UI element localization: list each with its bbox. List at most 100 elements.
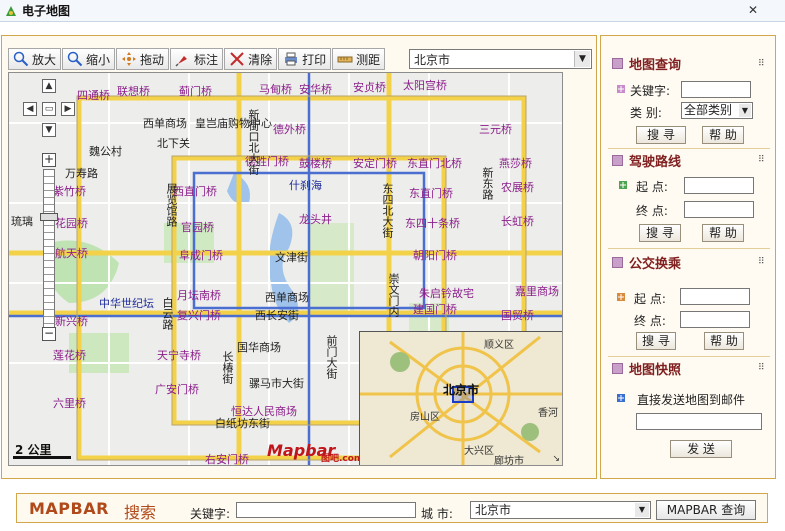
print-button[interactable]: 打印 [278, 48, 332, 70]
plus-icon [617, 394, 625, 402]
overview-label: 廊坊市 [494, 456, 524, 466]
map-label: 魏公村 [89, 145, 122, 158]
zoom-slider-handle[interactable] [40, 213, 58, 221]
clear-button[interactable]: 清除 [224, 48, 278, 70]
pin-button[interactable]: 标注 [170, 48, 224, 70]
category-select-value: 全部类别 [684, 103, 733, 117]
overview-center-label: 北京市 [443, 383, 480, 397]
snapshot-heading: 地图快照 [612, 360, 681, 378]
map-label: 白云路 [161, 297, 174, 330]
driving-end-input[interactable] [684, 201, 754, 218]
mapbar-logo-suffix: 图吧.com [321, 454, 364, 464]
map-label: 新兴桥 [55, 315, 88, 328]
map-label: 万寿路 [65, 167, 98, 180]
app-icon [6, 5, 16, 16]
map-label: 文津街 [275, 251, 308, 264]
transit-start-input[interactable] [680, 288, 750, 305]
map-query-title: 地图查询 [629, 57, 682, 73]
pan-button[interactable]: 拖动 [116, 48, 170, 70]
map-label: 花园桥 [55, 217, 88, 230]
plus-icon [619, 181, 627, 189]
map-label: 崇文门内 [387, 273, 400, 317]
brand-search-label: 搜索 [124, 503, 157, 522]
driving-start-input[interactable] [684, 177, 754, 194]
title-bar: 电子地图 ✕ [0, 0, 785, 22]
section-icon [612, 362, 623, 374]
driving-heading: 驾驶路线 [612, 152, 681, 170]
keyword-input[interactable] [681, 81, 751, 98]
map-label: 燕莎桥 [499, 157, 532, 170]
plus-icon [617, 293, 625, 301]
map-label: 什刹海 [289, 179, 322, 192]
pin-label: 标注 [194, 52, 219, 67]
map-label: 西单商场 [143, 117, 187, 130]
measure-icon [337, 56, 353, 63]
map-query-search-button[interactable]: 搜 寻 [636, 126, 686, 144]
map-label: 新街口北大街 [247, 109, 260, 175]
category-select[interactable]: 全部类别 ▼ [681, 102, 753, 119]
zoom-out-button[interactable]: 缩小 [62, 48, 116, 70]
map-label: 国华商场 [237, 341, 281, 354]
map-label: 长虹桥 [501, 215, 534, 228]
chevron-down-icon: ▼ [635, 503, 649, 517]
email-input[interactable] [636, 413, 762, 430]
pan-icon [122, 52, 137, 66]
mapbar-query-button[interactable]: MAPBAR 查询 [656, 500, 756, 520]
zoom-slider[interactable] [43, 169, 55, 329]
map-zoom-in-button[interactable]: + [42, 153, 56, 167]
bottom-keyword-input[interactable] [236, 502, 416, 518]
map-label: 月坛南桥 [177, 289, 221, 302]
map-label: 官园桥 [181, 221, 214, 234]
chevron-down-icon: ▼ [739, 104, 751, 117]
map-label: 北下关 [157, 137, 190, 150]
zoom-in-button[interactable]: 放大 [8, 48, 62, 70]
zoom-out-label: 缩小 [86, 52, 111, 67]
pan-reset-button[interactable]: ▭ [42, 102, 56, 116]
map-label: 朱启钤故宅 [419, 287, 474, 300]
keyword-label: 关键字: [630, 84, 671, 98]
window-title: 电子地图 [22, 4, 71, 18]
transit-search-button[interactable]: 搜 寻 [636, 332, 676, 350]
pin-icon [175, 56, 188, 67]
bottom-keyword-label: 关键字: [190, 507, 231, 521]
grip-icon: ⠿ [758, 59, 765, 69]
scale-bar [13, 456, 71, 459]
map-label: 建国门桥 [413, 303, 457, 316]
close-button[interactable]: ✕ [745, 2, 761, 18]
driving-search-button[interactable]: 搜 寻 [639, 224, 681, 242]
section-icon [612, 154, 623, 166]
pan-down-button[interactable]: ▼ [42, 123, 56, 137]
map-query-help-button[interactable]: 帮 助 [702, 126, 744, 144]
map-label: 三元桥 [479, 123, 512, 136]
bottom-city-value: 北京市 [475, 503, 512, 517]
map-view[interactable]: 四通桥 联想桥 蓟门桥 马甸桥 安华桥 安贞桥 太阳宫桥 三元桥 西单商场 皇岂… [8, 72, 563, 466]
bottom-city-select[interactable]: 北京市 ▼ [470, 501, 651, 519]
driving-end-label: 终 点: [636, 204, 668, 218]
measure-button[interactable]: 测距 [332, 48, 386, 70]
pan-up-button[interactable]: ▲ [42, 79, 56, 93]
overview-map[interactable]: 顺义区 房山区 大兴区 廊坊市 香河 北京市 ↘ [359, 331, 562, 466]
map-zoom-out-button[interactable]: − [42, 327, 56, 341]
map-label: 鼓楼桥 [299, 157, 332, 170]
transit-help-button[interactable]: 帮 助 [704, 332, 744, 350]
city-select[interactable]: 北京市 ▼ [409, 49, 592, 69]
send-button[interactable]: 发 送 [670, 440, 732, 458]
pan-left-button[interactable]: ◀ [23, 102, 37, 116]
print-icon [285, 52, 298, 66]
section-icon [612, 256, 623, 268]
grip-icon: ⠿ [758, 363, 765, 373]
driving-help-button[interactable]: 帮 助 [702, 224, 744, 242]
map-label: 联想桥 [117, 85, 150, 98]
map-label: 东四十条桥 [405, 217, 460, 230]
map-label: 国贸桥 [501, 309, 534, 322]
map-label: 新东路 [481, 167, 494, 200]
resize-handle-icon[interactable]: ↘ [552, 454, 560, 464]
mapbar-brand: MAPBAR [29, 499, 109, 518]
zoom-in-icon [13, 51, 29, 67]
pan-right-button[interactable]: ▶ [61, 102, 75, 116]
section-icon [612, 57, 623, 69]
map-label: 航天桥 [55, 247, 88, 260]
map-label: 六里桥 [53, 397, 86, 410]
clear-icon [230, 52, 244, 66]
transit-end-input[interactable] [680, 311, 750, 328]
